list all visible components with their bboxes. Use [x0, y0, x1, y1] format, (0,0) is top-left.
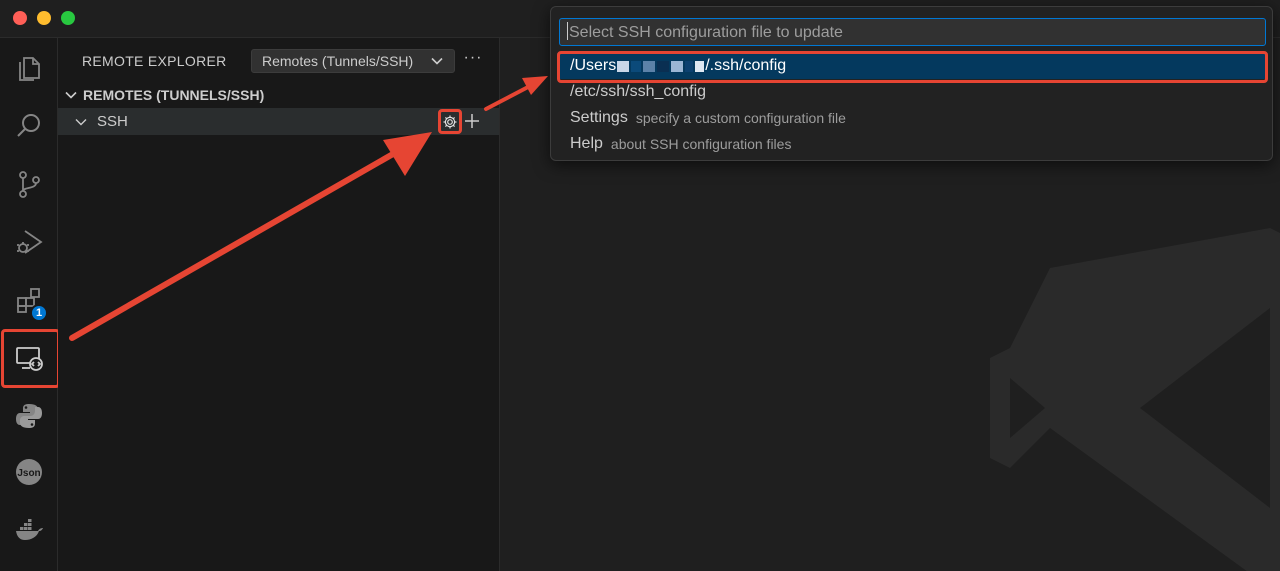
quick-pick-item-label: Help — [570, 135, 603, 152]
activity-bar: 1 Json — [0, 38, 58, 571]
quick-pick-input[interactable]: Select SSH configuration file to update — [559, 18, 1266, 46]
quick-pick-item-label: Settings — [570, 109, 628, 126]
section-header-label: REMOTES (TUNNELS/SSH) — [83, 87, 265, 103]
remotes-selector[interactable]: Remotes (Tunnels/SSH) — [251, 49, 455, 73]
text-caret — [567, 22, 568, 40]
sidebar: REMOTE EXPLORER Remotes (Tunnels/SSH) ··… — [58, 38, 500, 571]
add-host-button[interactable] — [462, 110, 482, 132]
zoom-window-button[interactable] — [61, 11, 75, 25]
docker-icon — [16, 519, 43, 540]
search-icon — [17, 114, 40, 137]
activity-source-control[interactable] — [0, 156, 58, 212]
quick-pick-item-settings[interactable]: Settings specify a custom configuration … — [557, 105, 1268, 131]
activity-json[interactable]: Json — [0, 444, 58, 500]
quick-pick-placeholder: Select SSH configuration file to update — [569, 24, 843, 41]
more-actions-button[interactable]: ··· — [462, 48, 484, 72]
activity-extensions[interactable]: 1 — [0, 272, 58, 328]
sidebar-title: REMOTE EXPLORER — [82, 53, 227, 69]
minimize-window-button[interactable] — [37, 11, 51, 25]
activity-run-debug[interactable] — [0, 214, 58, 270]
activity-docker[interactable] — [0, 502, 58, 558]
activity-explorer[interactable] — [0, 40, 58, 96]
gear-icon — [443, 115, 457, 128]
quick-pick-item-description: specify a custom configuration file — [635, 110, 846, 126]
extensions-badge: 1 — [30, 304, 48, 322]
tree-item-ssh[interactable]: SSH — [58, 108, 499, 135]
remote-explorer-highlight — [1, 329, 60, 388]
tree-item-ssh-label: SSH — [97, 113, 128, 130]
quick-pick-item-label: /etc/ssh/ssh_config — [570, 83, 707, 100]
activity-search[interactable] — [0, 98, 58, 154]
svg-text:Json: Json — [17, 468, 40, 479]
files-icon — [19, 57, 40, 81]
remotes-selector-value: Remotes (Tunnels/SSH) — [262, 53, 414, 69]
section-header-remotes[interactable]: REMOTES (TUNNELS/SSH) — [58, 84, 499, 106]
chevron-down-icon — [65, 91, 77, 99]
quick-pick-item-help[interactable]: Help about SSH configuration files — [557, 131, 1268, 157]
quick-pick: Select SSH configuration file to update … — [550, 6, 1273, 161]
quick-pick-item-description: about SSH configuration files — [610, 136, 792, 152]
run-debug-icon — [17, 230, 43, 254]
python-icon — [16, 404, 42, 428]
configure-button[interactable] — [438, 109, 462, 134]
json-icon: Json — [16, 459, 42, 485]
vscode-watermark-icon — [990, 228, 1280, 571]
source-control-icon — [19, 171, 40, 198]
close-window-button[interactable] — [13, 11, 27, 25]
plus-icon — [465, 114, 479, 128]
quick-pick-item-system-config[interactable]: /etc/ssh/ssh_config — [557, 79, 1268, 105]
chevron-down-icon — [75, 118, 87, 125]
activity-python[interactable] — [0, 388, 58, 444]
chevron-down-icon — [431, 57, 443, 65]
